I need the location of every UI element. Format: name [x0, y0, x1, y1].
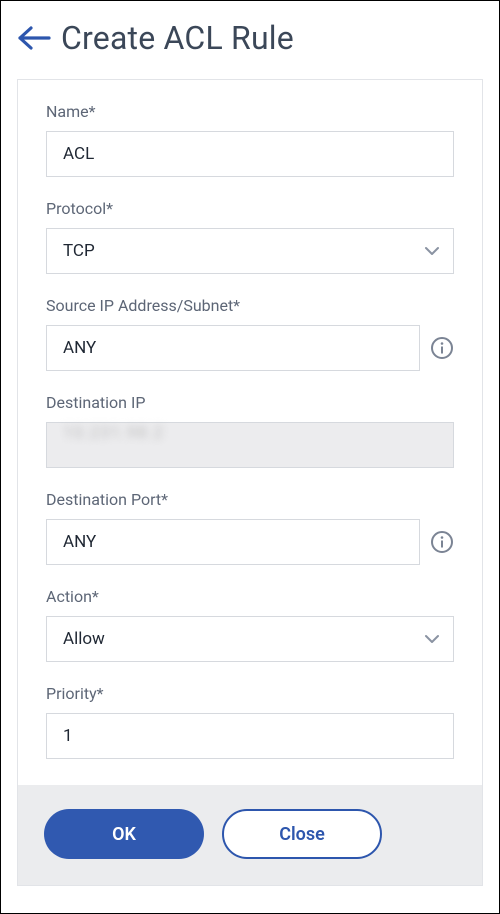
label-priority: Priority* — [46, 684, 454, 703]
field-source-ip: Source IP Address/Subnet* — [46, 296, 454, 371]
input-priority[interactable] — [46, 713, 454, 759]
label-source-ip: Source IP Address/Subnet* — [46, 296, 454, 315]
dialog-footer: OK Close — [18, 785, 482, 885]
field-action: Action* Allow — [46, 587, 454, 662]
ok-button[interactable]: OK — [44, 809, 204, 859]
info-icon[interactable] — [430, 336, 454, 360]
field-protocol: Protocol* TCP — [46, 199, 454, 274]
label-name: Name* — [46, 102, 454, 121]
input-destination-port[interactable] — [46, 519, 420, 565]
input-name[interactable] — [46, 131, 454, 177]
field-name: Name* — [46, 102, 454, 177]
form-panel: Name* Protocol* TCP — [17, 79, 483, 886]
label-action: Action* — [46, 587, 454, 606]
destination-ip-value: 10.231.98.2 — [63, 423, 164, 443]
back-icon[interactable] — [17, 24, 51, 52]
field-priority: Priority* — [46, 684, 454, 759]
field-destination-port: Destination Port* — [46, 490, 454, 565]
label-destination-ip: Destination IP — [46, 393, 454, 412]
select-action[interactable]: Allow — [46, 616, 454, 662]
select-protocol[interactable]: TCP — [46, 228, 454, 274]
input-destination-ip: 10.231.98.2 — [46, 422, 454, 468]
page-header: Create ACL Rule — [1, 1, 499, 79]
label-protocol: Protocol* — [46, 199, 454, 218]
select-action-value: Allow — [63, 629, 105, 649]
close-button[interactable]: Close — [222, 809, 382, 859]
label-destination-port: Destination Port* — [46, 490, 454, 509]
page-title: Create ACL Rule — [61, 19, 294, 57]
select-protocol-value: TCP — [63, 241, 95, 261]
field-destination-ip: Destination IP 10.231.98.2 — [46, 393, 454, 468]
info-icon[interactable] — [430, 530, 454, 554]
input-source-ip[interactable] — [46, 325, 420, 371]
form-body: Name* Protocol* TCP — [18, 80, 482, 785]
